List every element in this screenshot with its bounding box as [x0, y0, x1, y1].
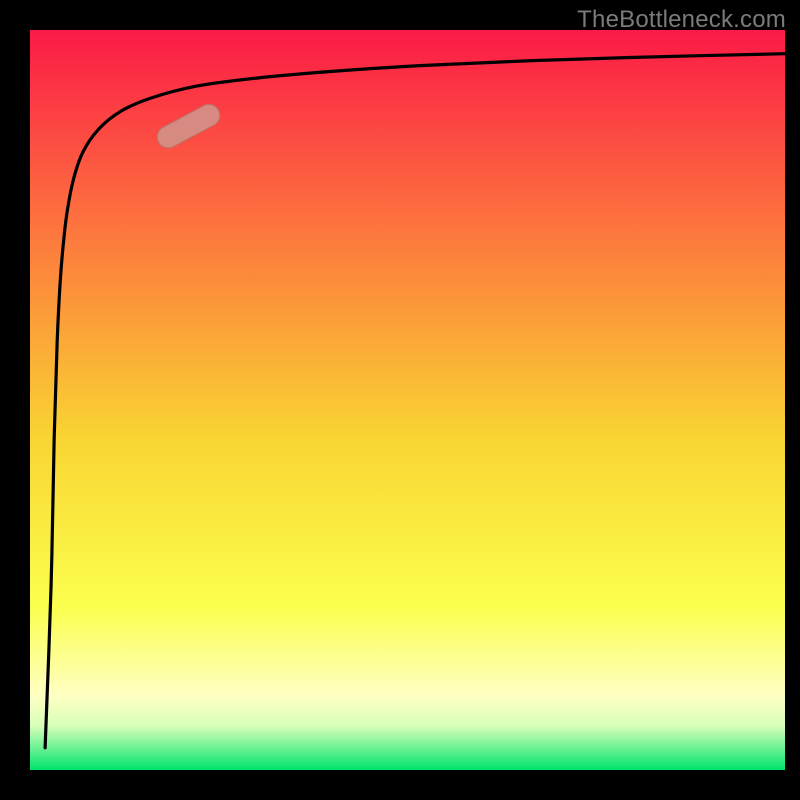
plot-area: [30, 30, 785, 770]
watermark-text: TheBottleneck.com: [577, 6, 786, 34]
chart-svg: [30, 30, 785, 770]
chart-frame: TheBottleneck.com: [0, 0, 800, 800]
